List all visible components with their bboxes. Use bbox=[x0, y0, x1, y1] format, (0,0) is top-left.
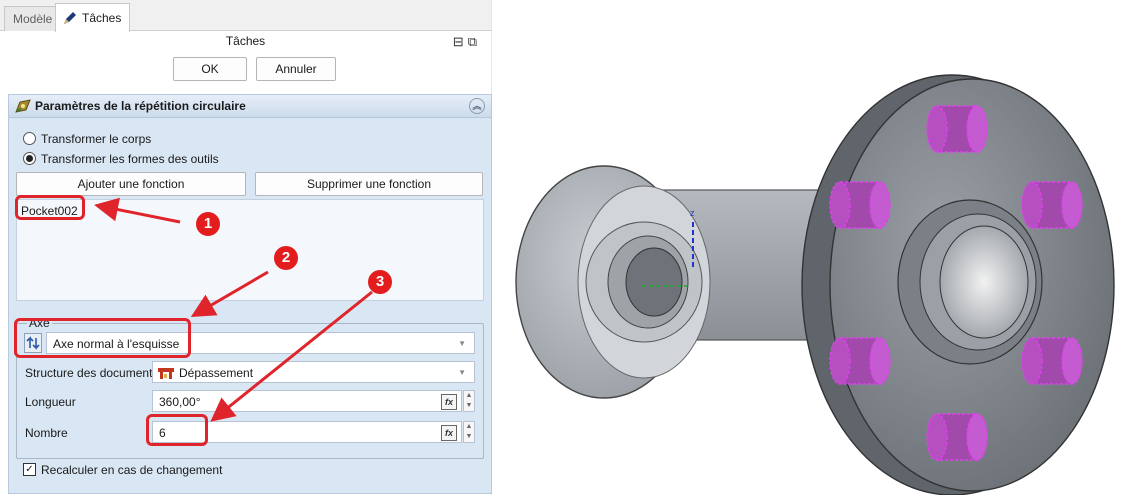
pocket-hole[interactable] bbox=[829, 337, 891, 385]
pocket-hole[interactable] bbox=[1021, 181, 1083, 229]
pocket-hole[interactable] bbox=[926, 413, 988, 461]
arrow-1 bbox=[94, 197, 181, 224]
annotation-arrows bbox=[94, 197, 373, 422]
3d-viewport[interactable]: z bbox=[492, 0, 1140, 495]
center-bore bbox=[939, 225, 1029, 339]
pocket-hole[interactable] bbox=[829, 181, 891, 229]
pocket-hole[interactable] bbox=[926, 105, 988, 153]
pocket-hole[interactable] bbox=[1021, 337, 1083, 385]
arrow-2 bbox=[190, 270, 269, 318]
left-bore bbox=[625, 247, 683, 317]
arrow-3 bbox=[210, 290, 373, 422]
axis-z-label: z bbox=[690, 208, 695, 218]
